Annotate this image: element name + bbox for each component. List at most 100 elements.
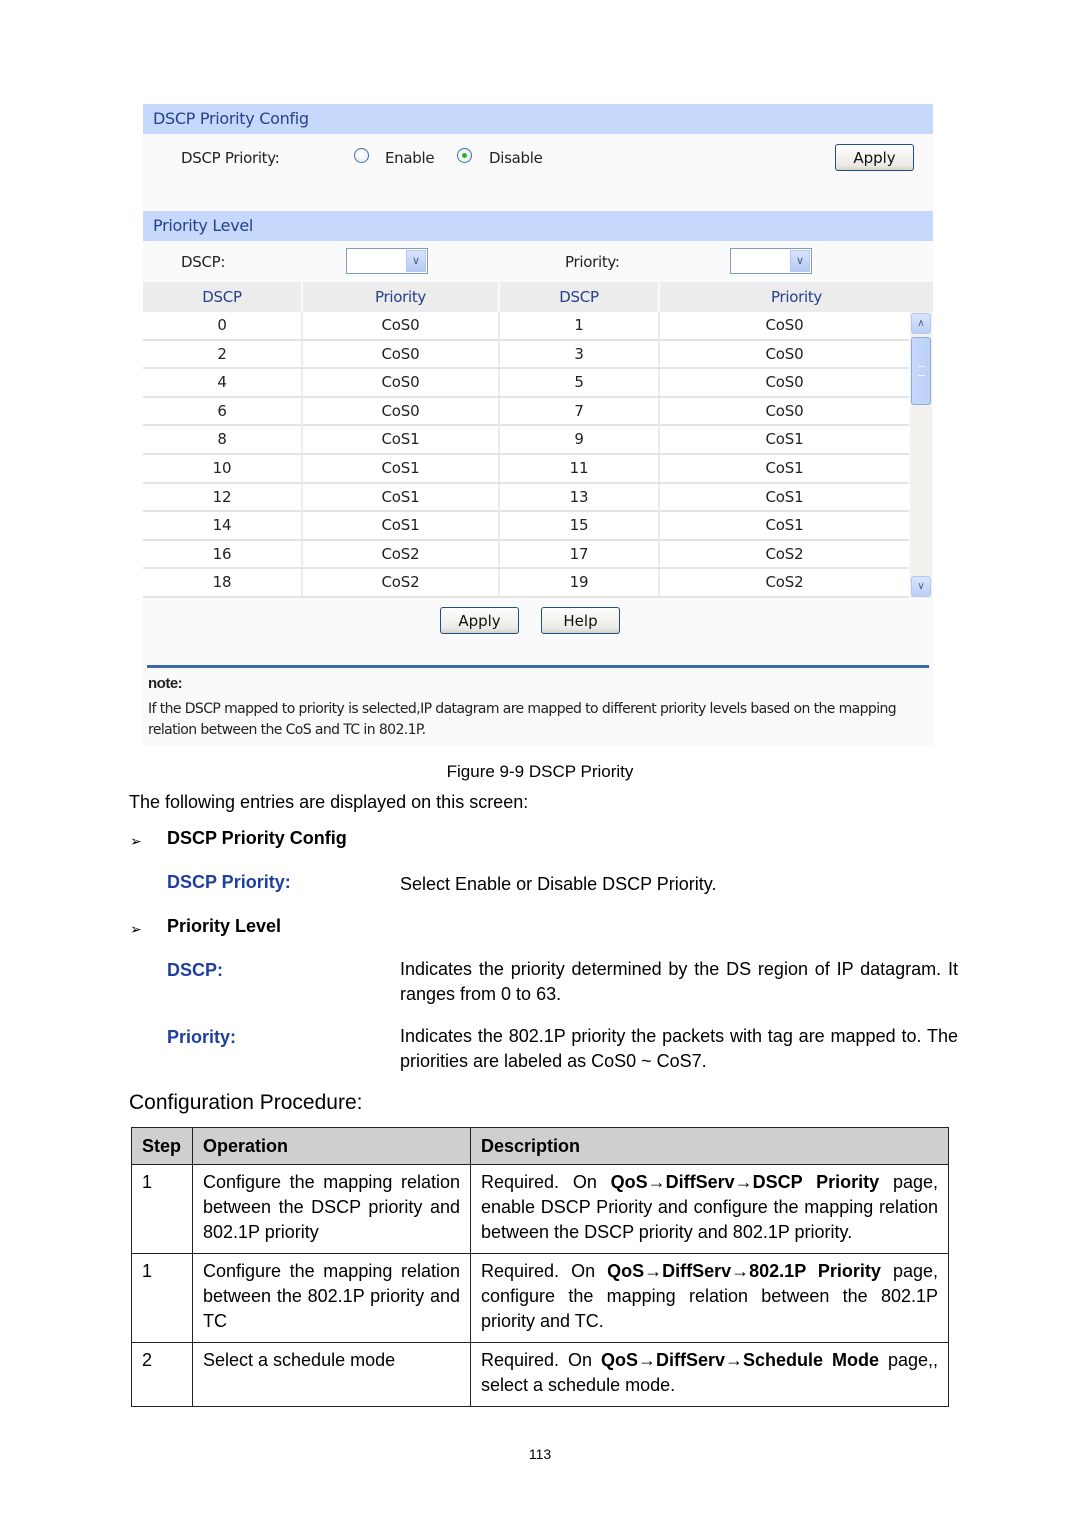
table-row[interactable]: 12 CoS1 13 CoS1 — [143, 483, 909, 513]
priority-cell: CoS1 — [765, 430, 804, 449]
dscp-cell: 6 — [143, 397, 303, 425]
chevron-down-icon: ∨ — [917, 581, 925, 592]
dscp-cell: 4 — [143, 369, 303, 397]
table-scrollbar[interactable]: ∧ ∨ — [910, 312, 932, 598]
procedure-row: 2 Select a schedule mode Required. On QoS→… — [131, 1342, 949, 1407]
column-header-priority: Priority — [303, 282, 500, 312]
chevron-down-icon[interactable]: ∨ — [790, 250, 810, 272]
step-cell: 1 — [131, 1253, 193, 1343]
dscp-cell: 14 — [143, 512, 303, 540]
column-header-description: Description — [470, 1127, 949, 1165]
step-cell: 2 — [131, 1342, 193, 1407]
table-row[interactable]: 6 CoS0 7 CoS0 — [143, 397, 909, 427]
scrollbar-thumb[interactable] — [911, 337, 931, 405]
dscp-cell: 11 — [500, 455, 660, 482]
priority-select-label: Priority: — [565, 253, 620, 271]
description-text: Required. On — [481, 1261, 608, 1281]
term-dscp-priority: DSCP Priority: — [167, 872, 291, 892]
dscp-cell: 0 — [143, 312, 303, 339]
procedure-table-header: Step Operation Description — [131, 1127, 949, 1165]
section-heading: Priority Level — [167, 916, 282, 936]
mapping-table-body: 0 CoS0 1 CoS0 2 CoS0 3 CoS0 4 CoS0 5 CoS0 6 CoS0 7 CoS0… — [143, 312, 909, 598]
priority-cell: CoS0 — [765, 344, 804, 363]
priority-select[interactable]: ∨ — [730, 248, 812, 274]
config-apply-button[interactable]: Apply — [835, 144, 914, 171]
table-row[interactable]: 16 CoS2 17 CoS2 — [143, 540, 909, 570]
dscp-cell: 7 — [500, 397, 660, 425]
table-row[interactable]: 8 CoS1 9 CoS1 — [143, 426, 909, 455]
priority-cell: CoS2 — [765, 573, 804, 592]
dscp-priority-label: DSCP Priority: — [181, 149, 280, 167]
dscp-cell: 15 — [500, 512, 660, 540]
desc-dscp-priority: Select Enable or Disable DSCP Priority. — [400, 874, 717, 894]
operation-cell: Configure the mapping relation between t… — [192, 1253, 471, 1343]
description-cell: Required. On QoS→DiffServ→DSCP Priority … — [470, 1164, 949, 1254]
description-text: Required. On — [481, 1172, 611, 1192]
note-divider — [147, 665, 929, 668]
figure-caption: Figure 9-9 DSCP Priority — [446, 762, 634, 781]
section-header-priority-level: Priority Level — [143, 211, 933, 241]
priority-cell: CoS1 — [303, 455, 500, 482]
note-title: note: — [148, 675, 183, 692]
priority-cell: CoS1 — [765, 516, 804, 535]
priority-cell: CoS2 — [303, 569, 500, 597]
table-row[interactable]: 4 CoS0 5 CoS0 — [143, 369, 909, 398]
dscp-cell: 19 — [500, 569, 660, 597]
priority-cell: CoS0 — [303, 312, 500, 339]
priority-cell: CoS2 — [765, 544, 804, 563]
column-header-dscp: DSCP — [143, 282, 303, 312]
column-header-priority: Priority — [771, 288, 822, 306]
procedure-row: 1 Configure the mapping relation between … — [131, 1164, 949, 1254]
priority-cell: CoS0 — [303, 340, 500, 368]
operation-cell: Select a schedule mode — [192, 1342, 471, 1407]
step-cell: 1 — [131, 1164, 193, 1254]
priority-cell: CoS1 — [303, 512, 500, 540]
table-row[interactable]: 0 CoS0 1 CoS0 — [143, 312, 909, 341]
description-cell: Required. On QoS→DiffServ→Schedule Mode … — [470, 1342, 949, 1407]
description-cell: Required. On QoS→DiffServ→802.1P Priorit… — [470, 1253, 949, 1343]
dscp-cell: 2 — [143, 340, 303, 368]
table-row[interactable]: 2 CoS0 3 CoS0 — [143, 340, 909, 370]
help-button[interactable]: Help — [541, 607, 620, 634]
table-row[interactable]: 10 CoS1 11 CoS1 — [143, 455, 909, 484]
table-row[interactable]: 14 CoS1 15 CoS1 — [143, 512, 909, 541]
chevron-up-icon: ∧ — [917, 318, 925, 329]
intro-paragraph: The following entries are displayed on t… — [129, 792, 529, 812]
priority-cell: CoS0 — [303, 369, 500, 397]
apply-button[interactable]: Apply — [440, 607, 519, 634]
dscp-cell: 3 — [500, 340, 660, 368]
desc-priority: Indicates the 802.1P priority the packet… — [400, 1026, 958, 1071]
menu-path: QoS→DiffServ→DSCP Priority — [610, 1172, 880, 1192]
page-number: 113 — [528, 1446, 552, 1462]
procedure-row: 1 Configure the mapping relation between … — [131, 1253, 949, 1343]
dscp-cell: 17 — [500, 540, 660, 568]
priority-cell: CoS0 — [765, 401, 804, 420]
term-dscp: DSCP: — [167, 960, 224, 980]
scroll-down-button[interactable]: ∨ — [911, 576, 931, 597]
dscp-cell: 5 — [500, 369, 660, 397]
enable-radio-label[interactable]: Enable — [385, 149, 435, 167]
dscp-cell: 16 — [143, 540, 303, 568]
priority-cell: CoS1 — [765, 487, 804, 506]
section-heading: DSCP Priority Config — [167, 828, 347, 848]
term-priority: Priority: — [167, 1027, 237, 1047]
dscp-select[interactable]: ∨ — [346, 248, 428, 274]
chevron-down-icon[interactable]: ∨ — [406, 250, 426, 272]
table-row[interactable]: 18 CoS2 19 CoS2 — [143, 569, 909, 598]
priority-cell: CoS0 — [303, 397, 500, 425]
dscp-select-label: DSCP: — [181, 253, 226, 271]
enable-radio[interactable] — [354, 148, 369, 163]
priority-cell: CoS1 — [303, 483, 500, 511]
dscp-cell: 8 — [143, 426, 303, 454]
scroll-up-button[interactable]: ∧ — [911, 313, 931, 334]
disable-radio-label[interactable]: Disable — [489, 149, 543, 167]
dscp-priority-screenshot: DSCP Priority Config DSCP Priority: Enab… — [143, 104, 933, 746]
column-header-operation: Operation — [192, 1127, 471, 1165]
priority-cell: CoS1 — [765, 459, 804, 477]
priority-cell: CoS0 — [765, 373, 804, 392]
priority-cell: CoS2 — [303, 540, 500, 568]
section-header-dscp-priority-config: DSCP Priority Config — [143, 104, 933, 134]
dscp-cell: 9 — [500, 426, 660, 454]
disable-radio[interactable] — [457, 148, 472, 163]
procedure-table: Step Operation Description 1 Configure th… — [131, 1127, 949, 1407]
